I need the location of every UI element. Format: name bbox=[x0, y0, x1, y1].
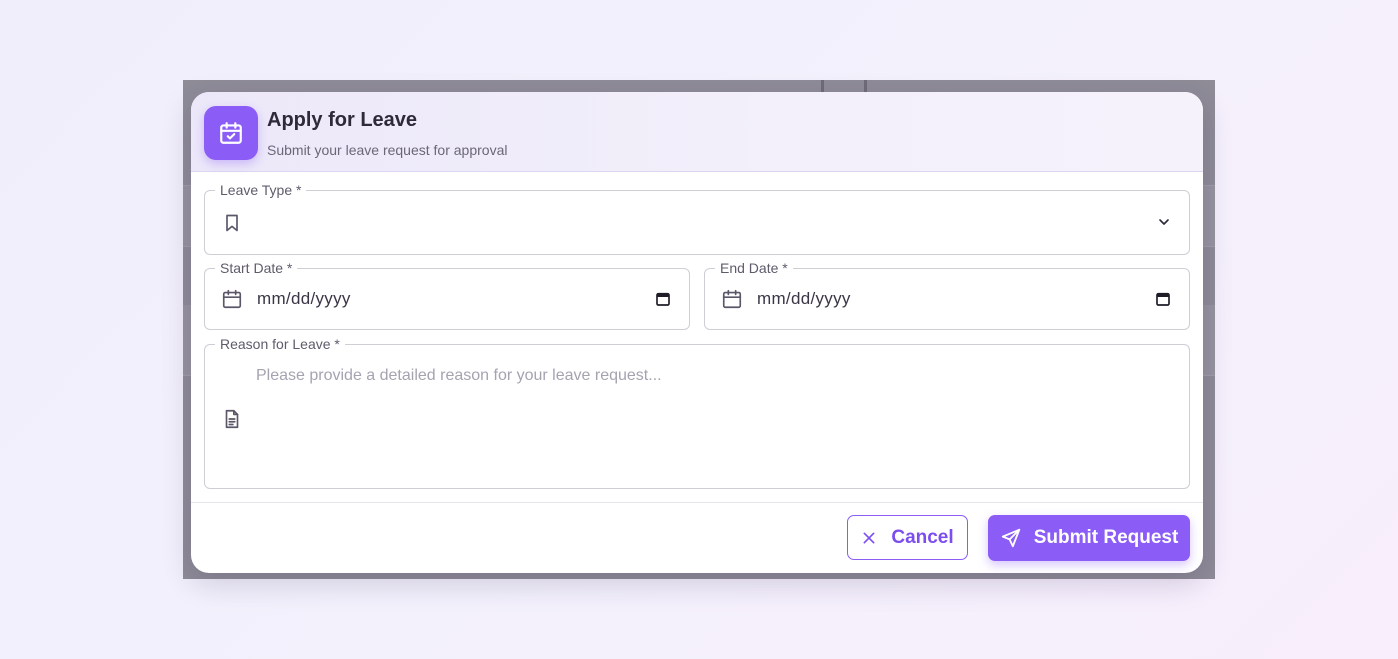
start-date-label: Start Date * bbox=[215, 260, 298, 276]
document-icon bbox=[220, 407, 244, 431]
calendar-check-icon bbox=[204, 106, 258, 160]
reason-label: Reason for Leave * bbox=[215, 336, 345, 352]
calendar-picker-icon[interactable] bbox=[1154, 290, 1172, 308]
apply-leave-dialog: Apply for Leave Submit your leave reques… bbox=[191, 92, 1203, 573]
dialog-subtitle: Submit your leave request for approval bbox=[267, 142, 508, 158]
calendar-icon bbox=[220, 287, 244, 311]
end-date-input[interactable]: mm/dd/yyyy bbox=[757, 289, 851, 309]
chevron-down-icon[interactable] bbox=[1154, 212, 1174, 232]
dialog-header: Apply for Leave Submit your leave reques… bbox=[191, 92, 1203, 172]
end-date-field[interactable]: End Date * mm/dd/yyyy bbox=[704, 260, 1190, 330]
bookmark-icon bbox=[220, 211, 244, 235]
leave-type-label: Leave Type * bbox=[215, 182, 307, 198]
calendar-icon bbox=[720, 287, 744, 311]
footer-divider bbox=[191, 502, 1203, 503]
submit-label: Submit Request bbox=[1033, 527, 1179, 548]
cancel-label: Cancel bbox=[891, 526, 954, 548]
dialog-title: Apply for Leave bbox=[267, 109, 418, 131]
end-date-label: End Date * bbox=[715, 260, 793, 276]
calendar-picker-icon[interactable] bbox=[654, 290, 672, 308]
start-date-input[interactable]: mm/dd/yyyy bbox=[257, 289, 351, 309]
close-icon bbox=[861, 530, 877, 546]
leave-type-select[interactable]: Leave Type * bbox=[204, 182, 1190, 255]
submit-request-button[interactable]: Submit Request bbox=[988, 515, 1190, 561]
start-date-field[interactable]: Start Date * mm/dd/yyyy bbox=[204, 260, 690, 330]
send-icon bbox=[1000, 527, 1022, 549]
reason-textarea[interactable]: Reason for Leave * Please provide a deta… bbox=[204, 336, 1190, 489]
cancel-button[interactable]: Cancel bbox=[847, 515, 968, 560]
reason-placeholder: Please provide a detailed reason for you… bbox=[256, 367, 662, 384]
